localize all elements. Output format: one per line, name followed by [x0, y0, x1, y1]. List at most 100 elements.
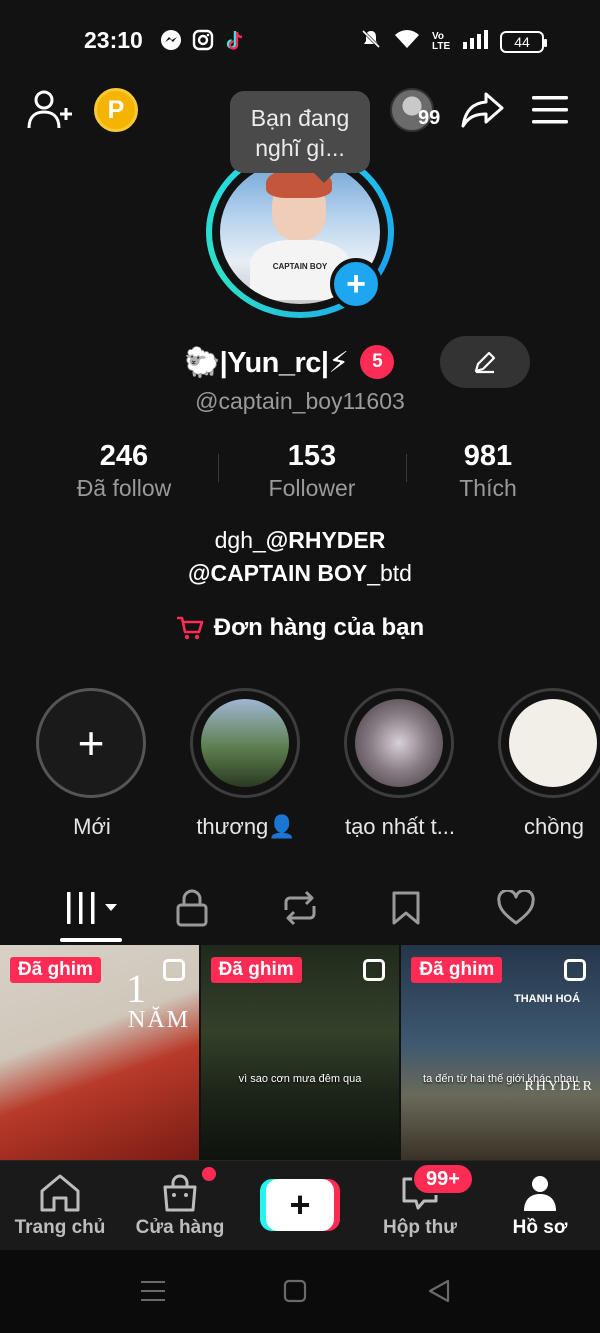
status-bar: 23:10 Vo LTE 44 [0, 0, 600, 80]
add-user-icon [27, 90, 72, 129]
bottom-nav: Trang chủ Cửa hàng + Hộp thư 99+ Hồ sơ [0, 1160, 600, 1250]
username: @captain_boy11603 [195, 388, 405, 414]
tab-saved[interactable] [376, 888, 436, 928]
instagram-icon [192, 29, 214, 51]
orders-link[interactable]: Đơn hàng của bạn [0, 614, 600, 642]
multi-select-icon [564, 959, 587, 981]
orders-label: Đơn hàng của bạn [213, 614, 425, 641]
nav-home[interactable]: Trang chủ [0, 1171, 120, 1239]
nav-label: Hồ sơ [512, 1217, 568, 1238]
edit-profile-button[interactable] [440, 336, 530, 388]
system-nav-bar [0, 1250, 600, 1333]
highlight-label: thương👤 [196, 814, 296, 839]
back-triangle-icon [428, 1279, 450, 1303]
tab-reposts[interactable] [270, 888, 330, 928]
add-story-button[interactable]: + [330, 258, 382, 310]
highlight-new[interactable]: + Mới [36, 688, 148, 840]
stat-value: 981 [463, 440, 513, 472]
recent-apps-button[interactable] [138, 1278, 168, 1304]
stat-likes[interactable]: 981 Thích [408, 440, 568, 502]
share-profile-button[interactable] [460, 88, 504, 132]
video-thumbnail[interactable]: 1 NĂM Đã ghim [0, 945, 199, 1160]
videos-grid-icon [67, 892, 117, 924]
inbox-badge: 99+ [412, 1163, 474, 1195]
friends-count: 99 [418, 107, 441, 129]
highlight-item[interactable]: tạo nhất t... [344, 688, 456, 840]
video-grid: 1 NĂM Đã ghim Đã ghim vì sao cơn mưa đêm… [0, 945, 600, 1160]
pinned-badge: Đã ghim [10, 957, 101, 983]
tab-private[interactable] [162, 888, 222, 928]
battery-indicator: 44 [500, 30, 547, 53]
video-overlay-text: NĂM [128, 1007, 191, 1033]
coins-button[interactable]: P [94, 88, 138, 132]
tab-liked[interactable] [486, 888, 546, 928]
display-name: 🐑|Yun_rc|⚡ [184, 346, 349, 379]
add-friend-button[interactable] [26, 88, 74, 132]
active-tab-indicator [60, 938, 122, 942]
create-video-button[interactable]: + [260, 1179, 340, 1231]
video-overlay-brand: RHYDER [524, 1079, 595, 1094]
bookmark-icon [392, 891, 420, 925]
hamburger-menu-icon [532, 96, 568, 124]
video-thumbnail[interactable]: Đã ghim THANH HOÁ ta đến từ hai thế giới… [401, 945, 600, 1160]
highlight-item[interactable]: thương👤 [190, 688, 302, 840]
heart-icon [497, 890, 535, 925]
highlight-label: Mới [73, 814, 111, 839]
bio-text: dgh_ [214, 527, 266, 553]
menu-button[interactable] [530, 92, 570, 128]
plus-icon: + [266, 1179, 334, 1231]
notification-badge[interactable]: 5 [360, 345, 395, 379]
back-button[interactable] [424, 1278, 454, 1304]
stat-following[interactable]: 246 Đã follow [44, 440, 204, 502]
shop-bag-icon [163, 1174, 197, 1212]
recent-apps-icon [141, 1281, 165, 1301]
tab-videos[interactable] [62, 888, 122, 928]
stat-label: Đã follow [76, 475, 172, 501]
tiktok-icon [224, 29, 246, 51]
lock-icon [176, 889, 208, 927]
cart-icon [176, 616, 204, 640]
nav-profile[interactable]: Hồ sơ [480, 1171, 600, 1239]
video-overlay-place: THANH HOÁ [514, 993, 581, 1005]
stat-divider [218, 454, 219, 482]
share-arrow-icon [461, 92, 504, 128]
repost-icon [284, 890, 316, 926]
volte-icon: Vo LTE [432, 30, 451, 52]
status-note-tooltip[interactable]: Bạn đang nghĩ gì... [230, 91, 370, 183]
nav-label: Cửa hàng [135, 1217, 225, 1238]
wifi-icon [394, 28, 420, 55]
video-caption: vì sao cơn mưa đêm qua [238, 1073, 362, 1085]
status-app-icons [160, 29, 246, 51]
video-overlay-number: 1 [126, 966, 146, 1011]
shop-notification-dot [202, 1167, 216, 1181]
stat-value: 153 [287, 440, 337, 472]
highlight-label: tạo nhất t... [344, 814, 456, 839]
status-system-icons: Vo LTE 44 [360, 28, 547, 55]
home-button[interactable] [280, 1278, 310, 1304]
nav-shop[interactable]: Cửa hàng [120, 1171, 240, 1239]
video-thumbnail[interactable]: Đã ghim vì sao cơn mưa đêm qua [200, 945, 400, 1160]
nav-label: Trang chủ [14, 1217, 106, 1238]
nav-label: Hộp thư [383, 1217, 457, 1238]
highlight-item[interactable]: chồng [498, 688, 600, 840]
highlight-label: chồng [524, 814, 584, 839]
messenger-icon [160, 29, 182, 51]
multi-select-icon [363, 959, 386, 981]
profile-icon [524, 1176, 556, 1211]
status-time: 23:10 [84, 27, 143, 53]
plus-icon: + [36, 688, 146, 798]
multi-select-icon [162, 959, 185, 981]
stat-label: Thích [459, 475, 517, 501]
bio-mention[interactable]: @RHYDER [266, 527, 386, 553]
stat-label: Follower [268, 475, 356, 501]
stat-divider [406, 454, 407, 482]
pencil-icon [474, 351, 496, 374]
stat-followers[interactable]: 153 Follower [232, 440, 392, 502]
mute-icon [360, 28, 382, 55]
pinned-badge: Đã ghim [411, 957, 503, 983]
signal-icon [462, 28, 488, 55]
bio-mention[interactable]: @CAPTAIN BOY [188, 560, 367, 586]
stat-value: 246 [99, 440, 149, 472]
home-square-icon [283, 1279, 307, 1303]
pinned-badge: Đã ghim [210, 957, 302, 983]
